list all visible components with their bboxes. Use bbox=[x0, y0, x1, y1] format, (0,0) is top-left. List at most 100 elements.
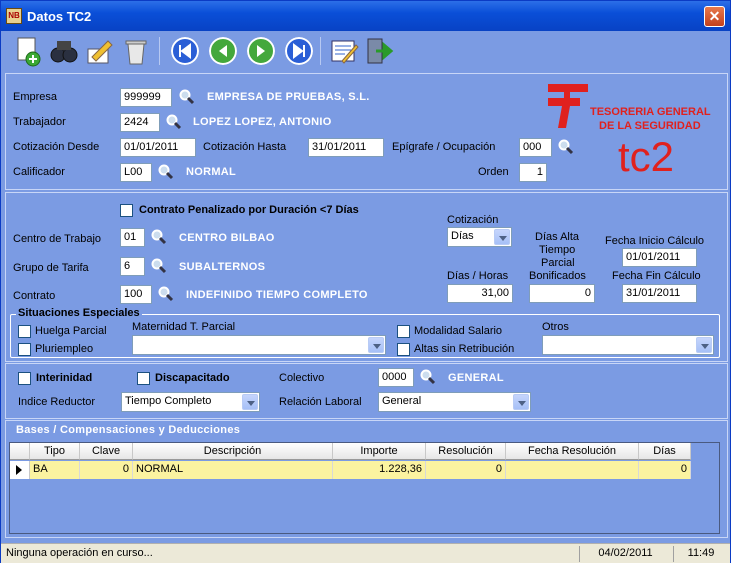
search-icon[interactable] bbox=[158, 286, 174, 302]
colectivo-label: Colectivo bbox=[279, 372, 325, 384]
last-icon[interactable] bbox=[285, 37, 313, 65]
toolbar-separator bbox=[159, 37, 160, 65]
otros-select[interactable] bbox=[542, 335, 714, 355]
calificador-code-field[interactable]: L00 bbox=[120, 163, 152, 182]
column-header[interactable]: Importe bbox=[333, 443, 426, 460]
search-icon[interactable] bbox=[558, 139, 574, 155]
table-cell[interactable]: 1.228,36 bbox=[333, 461, 426, 479]
column-header[interactable]: Fecha Resolución bbox=[506, 443, 639, 460]
epigrafe-label: Epígrafe / Ocupación bbox=[392, 141, 496, 153]
table-cell[interactable]: 0 bbox=[80, 461, 133, 479]
form-icon[interactable] bbox=[328, 35, 360, 67]
main-window: NB Datos TC2 ✕ Empresa 999999 EMPRESA DE… bbox=[0, 0, 731, 563]
dias-alta-label-4: Bonificados bbox=[529, 270, 586, 282]
table-cell[interactable]: NORMAL bbox=[133, 461, 333, 479]
column-header[interactable]: Tipo bbox=[30, 443, 80, 460]
edit-icon[interactable] bbox=[84, 35, 116, 67]
chevron-down-icon[interactable] bbox=[494, 229, 510, 245]
previous-icon[interactable] bbox=[209, 37, 237, 65]
altas-checkbox[interactable] bbox=[397, 343, 410, 356]
search-icon[interactable] bbox=[158, 164, 174, 180]
discapacitado-label: Discapacitado bbox=[155, 372, 230, 384]
delete-icon[interactable] bbox=[120, 35, 152, 67]
new-document-icon[interactable] bbox=[12, 35, 44, 67]
maternidad-label: Maternidad T. Parcial bbox=[132, 321, 236, 333]
grupo-code-field[interactable]: 6 bbox=[120, 257, 145, 276]
contrato-code-field[interactable]: 100 bbox=[120, 285, 152, 304]
dias-alta-label-1: Días Alta bbox=[535, 231, 580, 243]
pluriempleo-checkbox[interactable] bbox=[18, 343, 31, 356]
cotizacion-select[interactable]: Días bbox=[447, 227, 512, 247]
cot-hasta-field[interactable]: 31/01/2011 bbox=[308, 138, 384, 157]
penalizado-label: Contrato Penalizado por Duración <7 Días bbox=[139, 204, 359, 216]
next-icon[interactable] bbox=[247, 37, 275, 65]
search-icon[interactable] bbox=[166, 114, 182, 130]
column-header[interactable]: Días bbox=[639, 443, 691, 460]
toolbar-separator bbox=[320, 37, 321, 65]
chevron-down-icon[interactable] bbox=[242, 394, 258, 410]
row-pointer-icon bbox=[16, 465, 22, 475]
empresa-code-field[interactable]: 999999 bbox=[120, 88, 172, 107]
binoculars-icon[interactable] bbox=[48, 35, 80, 67]
search-icon[interactable] bbox=[151, 258, 167, 274]
search-icon[interactable] bbox=[179, 89, 195, 105]
relacion-select[interactable]: General bbox=[378, 392, 531, 412]
trabajador-code-field[interactable]: 2424 bbox=[120, 113, 160, 132]
pluriempleo-label: Pluriempleo bbox=[35, 343, 94, 355]
dias-alta-field[interactable]: 0 bbox=[529, 284, 595, 303]
chevron-down-icon[interactable] bbox=[368, 337, 384, 353]
bases-title: Bases / Compensaciones y Deducciones bbox=[16, 424, 241, 436]
maternidad-select[interactable] bbox=[132, 335, 386, 355]
indice-select[interactable]: Tiempo Completo bbox=[121, 392, 260, 412]
huelga-label: Huelga Parcial bbox=[35, 325, 107, 337]
orden-label: Orden bbox=[478, 166, 509, 178]
search-icon[interactable] bbox=[420, 369, 436, 385]
cot-desde-field[interactable]: 01/01/2011 bbox=[120, 138, 196, 157]
fecha-inicio-field[interactable]: 01/01/2011 bbox=[622, 248, 697, 267]
first-icon[interactable] bbox=[171, 37, 199, 65]
relacion-label: Relación Laboral bbox=[279, 396, 362, 408]
fecha-fin-field[interactable]: 31/01/2011 bbox=[622, 284, 697, 303]
column-header[interactable]: Resolución bbox=[426, 443, 506, 460]
orden-field[interactable]: 1 bbox=[519, 163, 547, 182]
table-cell[interactable]: 0 bbox=[426, 461, 506, 479]
column-header[interactable]: Descripción bbox=[133, 443, 333, 460]
tesoreria-logo bbox=[548, 84, 588, 128]
epigrafe-field[interactable]: 000 bbox=[519, 138, 552, 157]
otros-label: Otros bbox=[542, 321, 569, 333]
calificador-label: Calificador bbox=[13, 166, 65, 178]
header-panel: Empresa 999999 EMPRESA DE PRUEBAS, S.L. … bbox=[5, 73, 728, 190]
app-icon: NB bbox=[6, 8, 22, 24]
huelga-checkbox[interactable] bbox=[18, 325, 31, 338]
close-button[interactable]: ✕ bbox=[704, 6, 725, 27]
status-time: 11:49 bbox=[673, 546, 728, 562]
interinidad-checkbox[interactable] bbox=[18, 372, 31, 385]
table-cell[interactable]: 0 bbox=[639, 461, 691, 479]
interinidad-label: Interinidad bbox=[36, 372, 93, 384]
dias-horas-field[interactable]: 31,00 bbox=[447, 284, 513, 303]
modalidad-label: Modalidad Salario bbox=[414, 325, 503, 337]
search-icon[interactable] bbox=[151, 229, 167, 245]
trabajador-label: Trabajador bbox=[13, 116, 66, 128]
column-header[interactable]: Clave bbox=[80, 443, 133, 460]
discapacitado-checkbox[interactable] bbox=[137, 372, 150, 385]
fecha-inicio-label: Fecha Inicio Cálculo bbox=[605, 235, 705, 247]
table-cell[interactable] bbox=[506, 461, 639, 479]
row-indicator[interactable] bbox=[10, 461, 30, 479]
situaciones-title: Situaciones Especiales bbox=[16, 307, 142, 319]
chevron-down-icon[interactable] bbox=[513, 394, 529, 410]
chevron-down-icon[interactable] bbox=[696, 337, 712, 353]
fecha-fin-label: Fecha Fin Cálculo bbox=[612, 270, 701, 282]
centro-code-field[interactable]: 01 bbox=[120, 228, 145, 247]
logo-line2: DE LA SEGURIDAD bbox=[599, 120, 701, 132]
cot-desde-label: Cotización Desde bbox=[13, 141, 100, 153]
table-cell[interactable]: BA bbox=[30, 461, 80, 479]
exit-icon[interactable] bbox=[364, 35, 396, 67]
contrato-panel: Contrato Penalizado por Duración <7 Días… bbox=[5, 192, 728, 362]
colectivo-code-field[interactable]: 0000 bbox=[378, 368, 414, 387]
window-title: Datos TC2 bbox=[27, 9, 92, 24]
centro-name: CENTRO BILBAO bbox=[179, 232, 275, 244]
modalidad-checkbox[interactable] bbox=[397, 325, 410, 338]
dias-horas-label: Días / Horas bbox=[447, 270, 509, 282]
penalizado-checkbox[interactable] bbox=[120, 204, 133, 217]
